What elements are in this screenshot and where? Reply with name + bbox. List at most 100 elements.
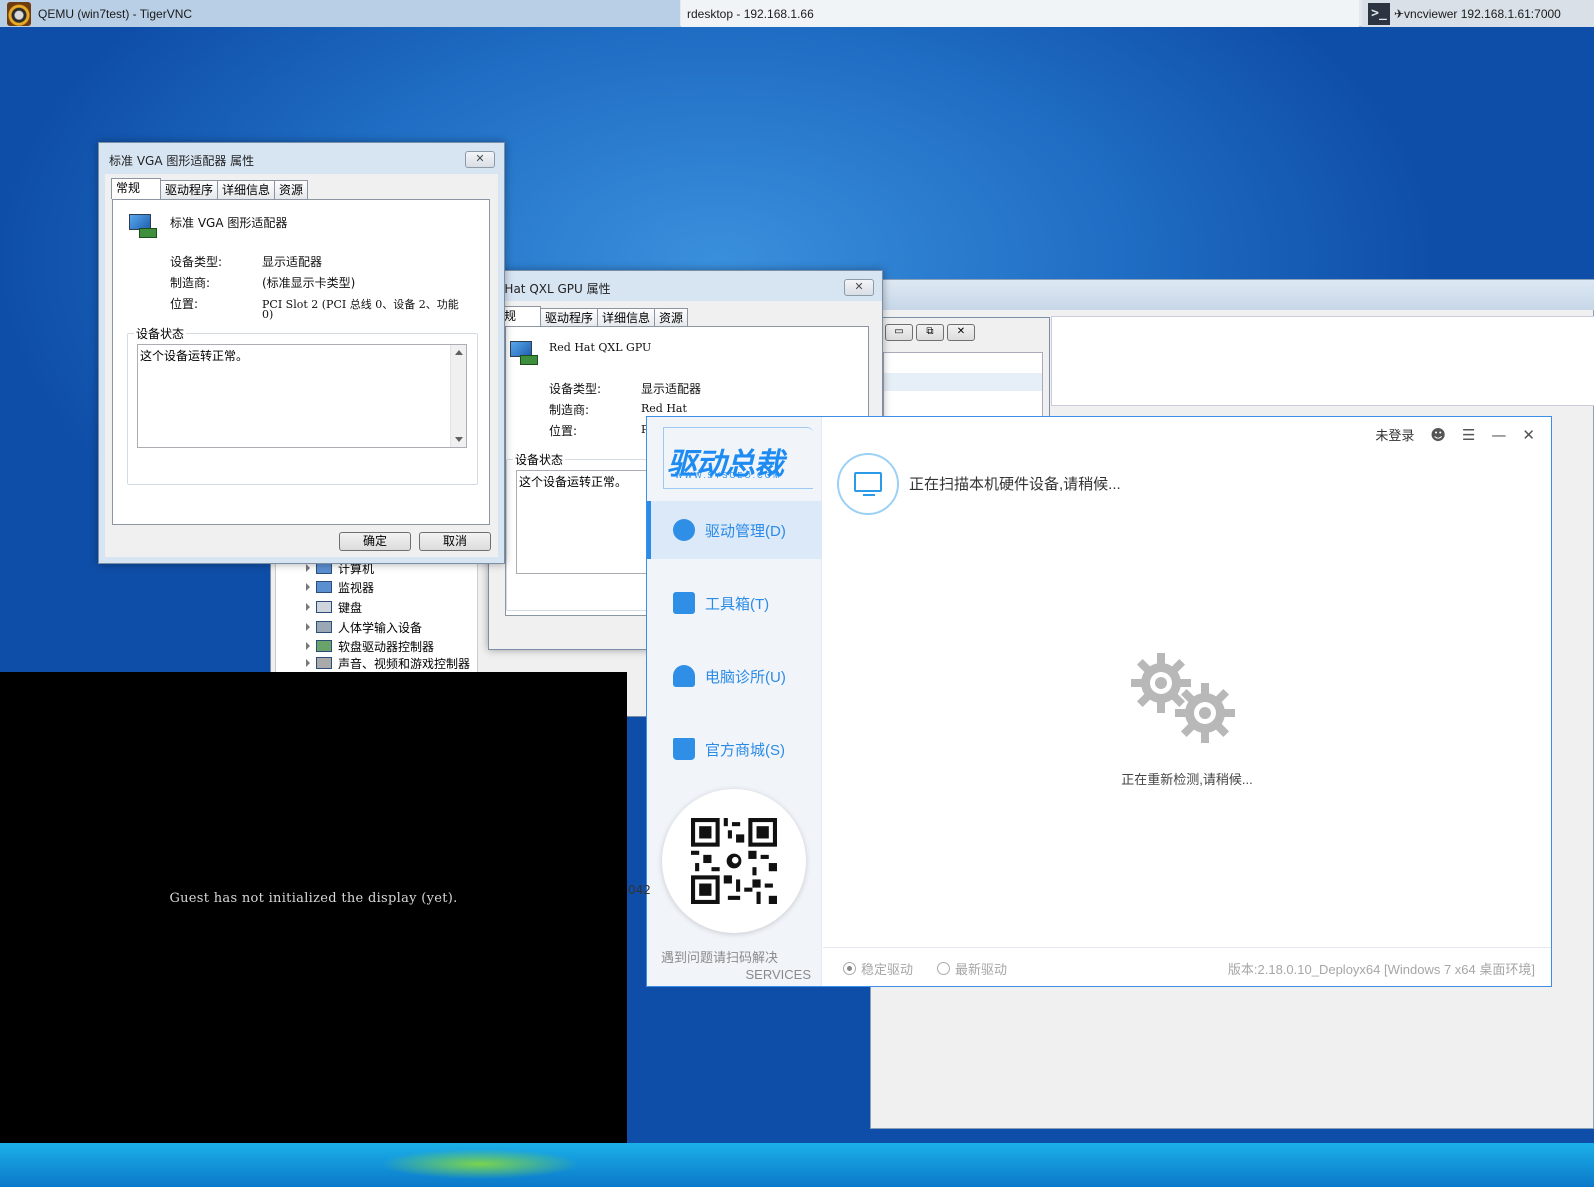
display-message: Guest has not initialized the display (y… xyxy=(169,891,458,906)
taskbar-item-terminal[interactable]: >_ ✈vncviewer 192.168.1.61:7000 xyxy=(1362,0,1594,27)
expand-arrow-icon[interactable] xyxy=(306,603,310,611)
nav-official-store[interactable]: 官方商城(S) xyxy=(647,720,822,778)
tab-general[interactable]: 常规 xyxy=(111,178,161,199)
login-link[interactable]: 未登录 xyxy=(1375,425,1414,444)
background-window-pane xyxy=(1051,316,1594,406)
radio-button[interactable] xyxy=(937,962,950,975)
taskbar-item-qemu-label: QEMU (win7test) - TigerVNC xyxy=(38,6,193,21)
nav-pc-clinic[interactable]: 电脑诊所(U) xyxy=(647,647,822,705)
expand-arrow-icon[interactable] xyxy=(306,564,310,572)
monitor-scan-icon xyxy=(837,453,899,515)
taskbar-item-terminal-label: ✈vncviewer 192.168.1.61:7000 xyxy=(1394,6,1561,21)
location-value-line1: PCI Slot 2 (PCI 总线 0、设备 2、功能 xyxy=(262,298,459,311)
vga-properties-dialog: 标准 VGA 图形适配器 属性 ✕ 常规 驱动程序 详细信息 资源 标准 VGA… xyxy=(98,142,505,564)
app-logo-url: WWW.SYSCEO.COM xyxy=(675,471,782,480)
nav-label: 工具箱(T) xyxy=(705,595,770,613)
close-button[interactable]: ✕ xyxy=(465,151,495,168)
tree-item-hid[interactable]: 人体学输入设备 xyxy=(306,618,422,636)
tab-general[interactable]: 规 xyxy=(499,306,541,327)
nav-toolbox[interactable]: 工具箱(T) xyxy=(647,574,822,632)
tree-item-sound[interactable]: 声音、视频和游戏控制器 xyxy=(306,657,470,669)
ok-button[interactable]: 确定 xyxy=(339,532,411,551)
status-caption: 设备状态 xyxy=(513,451,566,468)
tab-strip: 常规 驱动程序 详细信息 资源 xyxy=(111,178,309,199)
tab-details[interactable]: 详细信息 xyxy=(217,180,276,199)
qr-code-icon xyxy=(691,818,777,904)
close-icon[interactable]: ✕ xyxy=(1522,426,1535,444)
tab-driver[interactable]: 驱动程序 xyxy=(540,308,599,327)
tree-item-label: 软盘驱动器控制器 xyxy=(338,639,435,654)
cancel-button[interactable]: 取消 xyxy=(419,532,491,551)
radio-button-checked[interactable] xyxy=(843,962,856,975)
qr-code-bubble[interactable] xyxy=(662,789,806,933)
nav-label: 电脑诊所(U) xyxy=(705,668,786,686)
expand-arrow-icon[interactable] xyxy=(306,583,310,591)
location-value-line2: 0) xyxy=(262,308,274,321)
menu-icon[interactable]: ☰ xyxy=(1462,426,1475,444)
taskbar-item-rdesktop[interactable]: rdesktop - 192.168.1.66 xyxy=(681,0,1359,27)
driver-app-window: 驱动总裁 WWW.SYSCEO.COM 驱动管理(D) 工具箱(T) 电脑诊所(… xyxy=(646,416,1552,987)
minimize-button[interactable]: ▭ xyxy=(885,324,913,341)
expand-arrow-icon[interactable] xyxy=(306,642,310,650)
tree-item-label: 声音、视频和游戏控制器 xyxy=(338,657,471,669)
close-button[interactable]: ✕ xyxy=(947,324,975,341)
hid-icon xyxy=(316,621,332,633)
scroll-up-icon[interactable] xyxy=(455,350,463,355)
status-textarea[interactable]: 这个设备运转正常。 xyxy=(516,470,666,574)
user-icon[interactable]: ☻ xyxy=(1430,426,1446,444)
dialog-title: 标准 VGA 图形适配器 属性 xyxy=(109,154,255,168)
location-label: 位置: xyxy=(549,424,578,438)
scroll-down-icon[interactable] xyxy=(455,437,463,442)
tree-item-label: 人体学输入设备 xyxy=(338,620,423,635)
guest-taskbar xyxy=(0,1143,1594,1187)
qr-caption-cn: 遇到问题请扫码解决 xyxy=(661,950,779,965)
tree-item-label: 键盘 xyxy=(338,600,363,615)
version-info: 版本:2.18.0.10_Deployx64 [Windows 7 x64 桌面… xyxy=(1227,962,1535,977)
scan-status: 正在扫描本机硬件设备,请稍候... xyxy=(909,476,1121,493)
device-manager-controls: ▭ ⧉ ✕ xyxy=(885,324,975,341)
background-text-fragment: 042 xyxy=(628,883,651,897)
radio-stable-driver[interactable]: 稳定驱动 xyxy=(843,959,913,978)
tree-item-monitors[interactable]: 监视器 xyxy=(306,578,374,596)
radio-label: 最新驱动 xyxy=(955,962,1008,977)
scrollbar[interactable] xyxy=(450,345,466,447)
minimize-icon[interactable]: — xyxy=(1491,426,1506,444)
tab-details[interactable]: 详细信息 xyxy=(597,308,656,327)
device-name: Red Hat QXL GPU xyxy=(549,341,652,354)
expand-arrow-icon[interactable] xyxy=(306,623,310,631)
app-footer: 稳定驱动 最新驱动 版本:2.18.0.10_Deployx64 [Window… xyxy=(823,947,1551,985)
background-window-titlebar xyxy=(871,280,1594,310)
qr-caption-en: SERVICES xyxy=(745,967,811,982)
status-text: 这个设备运转正常。 xyxy=(140,349,249,363)
vendor-label: 制造商: xyxy=(549,403,590,417)
nav-driver-management[interactable]: 驱动管理(D) xyxy=(647,501,822,559)
location-label: 位置: xyxy=(170,297,199,311)
tree-item-keyboard[interactable]: 键盘 xyxy=(306,598,362,616)
status-caption: 设备状态 xyxy=(134,325,187,342)
taskbar-item-qemu[interactable]: QEMU (win7test) - TigerVNC xyxy=(0,0,680,27)
nav-label: 官方商城(S) xyxy=(705,741,785,759)
taskbar-item-rdesktop-label: rdesktop - 192.168.1.66 xyxy=(687,6,814,21)
status-textarea[interactable]: 这个设备运转正常。 xyxy=(137,344,467,448)
app-sidebar: 驱动总裁 WWW.SYSCEO.COM 驱动管理(D) 工具箱(T) 电脑诊所(… xyxy=(647,417,822,986)
close-button[interactable]: ✕ xyxy=(844,279,874,296)
qr-caption: 遇到问题请扫码解决 SERVICES xyxy=(661,947,811,982)
nav-label: 驱动管理(D) xyxy=(705,522,786,540)
display-adapter-icon xyxy=(127,212,157,240)
tab-strip: 规 驱动程序 详细信息 资源 xyxy=(499,306,689,327)
qemu-icon xyxy=(7,1,31,26)
keyboard-icon xyxy=(316,601,332,613)
tab-driver[interactable]: 驱动程序 xyxy=(160,180,219,199)
tab-panel: 标准 VGA 图形适配器 设备类型: 显示适配器 制造商: (标准显示卡类型) … xyxy=(112,199,490,525)
tab-resources[interactable]: 资源 xyxy=(654,308,689,327)
radio-latest-driver[interactable]: 最新驱动 xyxy=(937,959,1007,978)
host-taskbar: QEMU (win7test) - TigerVNC rdesktop - 19… xyxy=(0,0,1594,27)
maximize-button[interactable]: ⧉ xyxy=(916,324,944,341)
expand-arrow-icon[interactable] xyxy=(306,659,310,667)
sound-icon xyxy=(316,657,332,669)
gear-icon xyxy=(673,519,695,541)
loading-gears-icon xyxy=(1131,653,1235,743)
tree-item-floppy-controller[interactable]: 软盘驱动器控制器 xyxy=(306,637,434,655)
tab-resources[interactable]: 资源 xyxy=(274,180,309,199)
shopping-bag-icon xyxy=(673,738,695,760)
